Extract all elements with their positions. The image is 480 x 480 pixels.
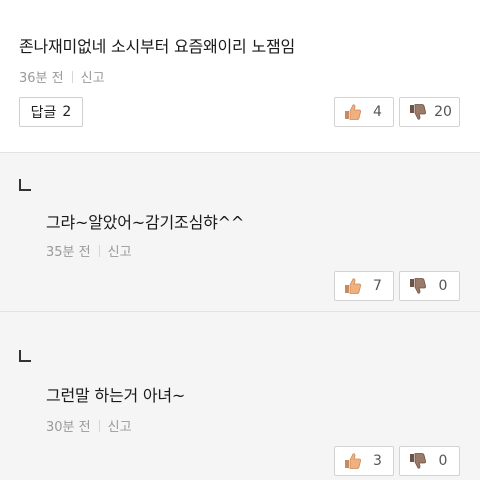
reply-button[interactable]: 답글 2: [19, 97, 83, 127]
dislike-button[interactable]: 0: [399, 446, 460, 476]
meta-divider: [98, 245, 100, 257]
reply-time: 30분 전: [46, 420, 91, 435]
thumbs-up-icon: [345, 278, 361, 294]
report-link[interactable]: 신고: [108, 420, 132, 435]
meta-divider: [98, 420, 100, 432]
like-count: 7: [373, 278, 382, 294]
reply-arrow-icon: [19, 179, 31, 191]
dislike-count: 0: [438, 278, 448, 294]
thumbs-down-icon: [410, 453, 426, 469]
comment-text: 존나재미없네 소시부터 요즘왜이리 노잼임: [19, 37, 296, 56]
reply-text: 그런말 하는거 아녀~: [46, 386, 186, 405]
like-button[interactable]: 4: [334, 97, 394, 127]
report-link[interactable]: 신고: [81, 71, 105, 86]
reply-item: 그랴~알았어~감기조심햐^^ 35분 전 신고 7 0: [0, 153, 480, 312]
reply-arrow-icon: [19, 350, 31, 362]
thumbs-up-icon: [345, 104, 361, 120]
reply-item: 그런말 하는거 아녀~ 30분 전 신고 3 0: [0, 312, 480, 480]
comment: 존나재미없네 소시부터 요즘왜이리 노잼임 36분 전 신고 답글 2 4 20: [0, 0, 480, 153]
like-count: 4: [373, 104, 382, 120]
meta-divider: [71, 71, 73, 83]
like-button[interactable]: 3: [334, 446, 394, 476]
dislike-count: 0: [438, 453, 448, 469]
thumbs-up-icon: [345, 453, 361, 469]
reply-meta: 30분 전 신고: [46, 416, 132, 435]
reply-text: 그랴~알았어~감기조심햐^^: [46, 213, 245, 232]
thumbs-down-icon: [410, 278, 426, 294]
reply-time: 35분 전: [46, 245, 91, 260]
like-count: 3: [373, 453, 382, 469]
thumbs-down-icon: [410, 104, 426, 120]
reply-meta: 35분 전 신고: [46, 241, 132, 260]
dislike-button[interactable]: 20: [399, 97, 460, 127]
comment-time: 36분 전: [19, 71, 64, 86]
dislike-count: 20: [434, 104, 452, 120]
report-link[interactable]: 신고: [108, 245, 132, 260]
reply-count: 2: [62, 104, 72, 120]
dislike-button[interactable]: 0: [399, 271, 460, 301]
comment-meta: 36분 전 신고: [19, 67, 105, 86]
like-button[interactable]: 7: [334, 271, 394, 301]
reply-button-label: 답글: [30, 105, 57, 121]
